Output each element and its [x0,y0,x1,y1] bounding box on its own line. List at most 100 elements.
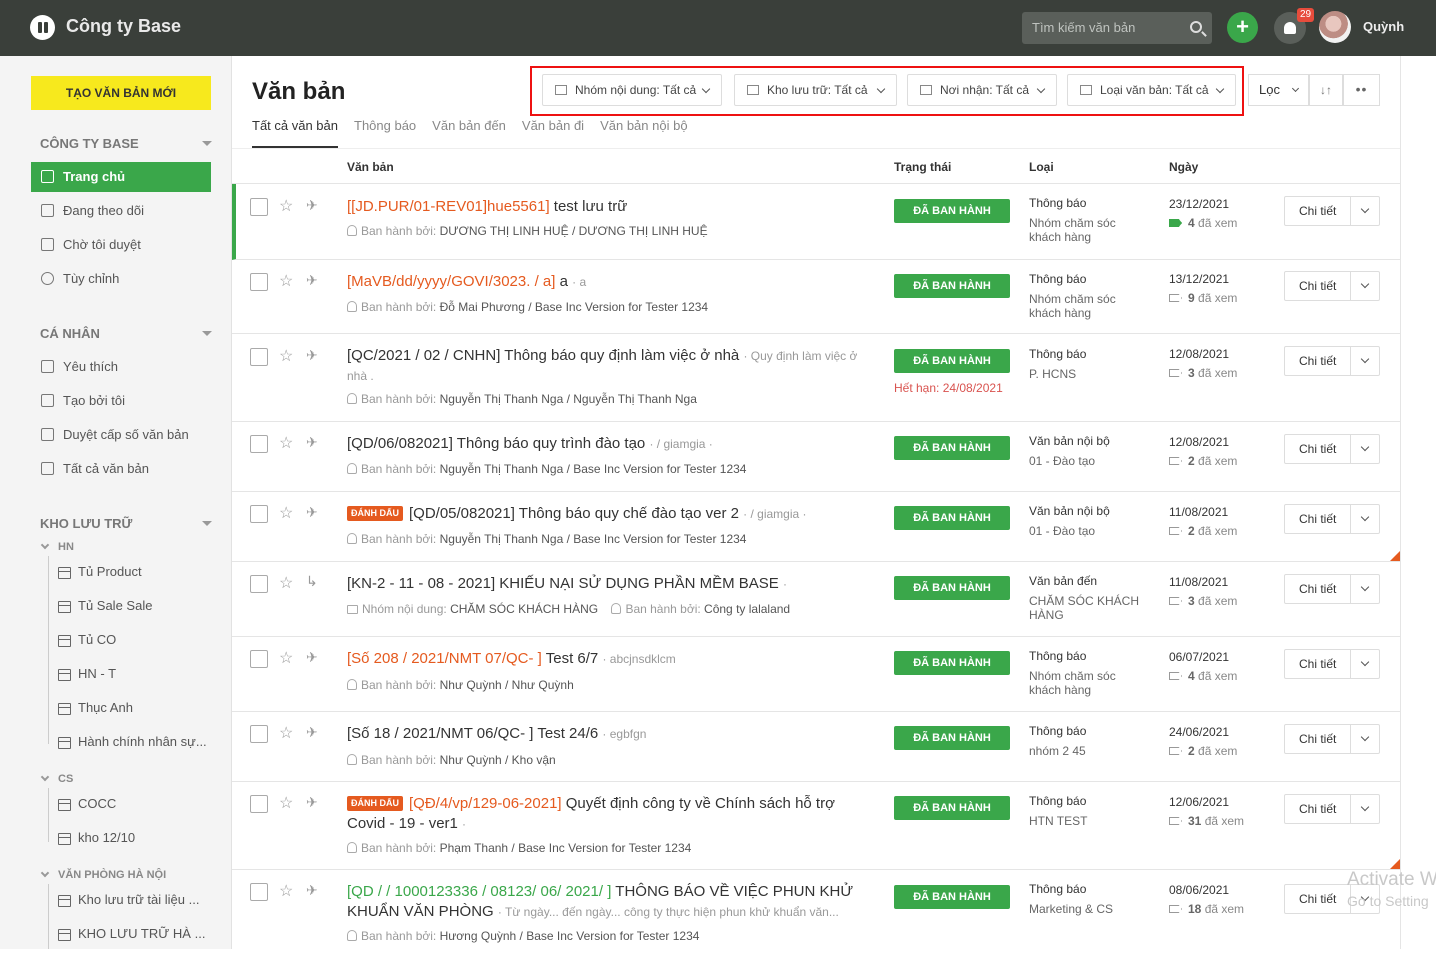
storage-item[interactable]: Kho lưu trữ tài liệu ... [58,892,208,914]
chevron-down-icon[interactable] [1350,575,1379,603]
storage-item[interactable]: Tủ Product [58,564,208,586]
tab-outgoing[interactable]: Văn bản đi [522,118,584,148]
chevron-down-icon[interactable] [1350,435,1379,463]
table-row[interactable]: ☆ ✈ ĐÁNH DẤU [QĐ/4/vp/129-06-2021] Quyết … [232,782,1400,870]
detail-button[interactable]: Chi tiết [1284,346,1380,376]
detail-button[interactable]: Chi tiết [1284,649,1380,679]
tab-announcements[interactable]: Thông báo [354,118,416,148]
pin-icon[interactable]: ✈ [306,794,318,811]
chevron-down-icon[interactable] [1350,795,1379,823]
chevron-down-icon[interactable] [40,772,50,782]
storage-group-cs[interactable]: CS [40,772,73,785]
pin-icon[interactable]: ✈ [306,724,318,741]
row-checkbox[interactable] [250,575,268,593]
document-title[interactable]: [KN-2 - 11 - 08 - 2021] KHIẾU NẠI SỬ DỤN… [347,574,862,594]
chevron-down-icon[interactable] [1350,272,1379,300]
section-company[interactable]: CÔNG TY BASE [40,136,212,151]
detail-button[interactable]: Chi tiết [1284,196,1380,226]
brand-name[interactable]: Công ty Base [66,16,181,37]
detail-button[interactable]: Chi tiết [1284,724,1380,754]
detail-button[interactable]: Chi tiết [1284,271,1380,301]
detail-button[interactable]: Chi tiết [1284,574,1380,604]
storage-group-hn[interactable]: HN [40,540,74,553]
star-icon[interactable]: ☆ [279,433,293,453]
filter-recipient[interactable]: Nơi nhận: Tất cả [907,74,1057,106]
pin-icon[interactable]: ✈ [306,504,318,521]
document-title[interactable]: [Số 208 / 2021/NMT 07/QC- ] Test 6/7 · a… [347,649,862,669]
table-row[interactable]: ☆ ✈ [MaVB/dd/yyyy/GOVI/3023. / a] a · a … [232,260,1400,334]
document-title[interactable]: [QD / / 1000123336 / 08123/ 06/ 2021/ ] … [347,882,862,922]
caret-down-icon[interactable] [202,521,212,526]
filter-button[interactable]: Lọc [1248,74,1309,106]
table-row[interactable]: ☆ ✈ [Số 18 / 2021/NMT 06/QC- ] Test 24/6… [232,712,1400,782]
tab-internal[interactable]: Văn bản nội bộ [600,118,687,148]
section-personal[interactable]: CÁ NHÂN [40,326,212,341]
row-checkbox[interactable] [250,505,268,523]
pin-icon[interactable]: ✈ [306,272,318,289]
sidebar-item-favorites[interactable]: Yêu thích [31,352,211,382]
star-icon[interactable]: ☆ [279,346,293,366]
storage-item[interactable]: Tủ CO [58,632,208,654]
pin-icon[interactable]: ✈ [306,347,318,364]
row-checkbox[interactable] [250,650,268,668]
star-icon[interactable]: ☆ [279,881,293,901]
table-row[interactable]: ☆ ↳ [KN-2 - 11 - 08 - 2021] KHIẾU NẠI SỬ… [232,562,1400,637]
filter-content-group[interactable]: Nhóm nội dung: Tất cả [542,74,722,106]
storage-item[interactable]: Thục Anh [58,700,208,722]
reply-arrow-icon[interactable]: ↳ [306,573,318,590]
document-title[interactable]: [Số 18 / 2021/NMT 06/QC- ] Test 24/6 · e… [347,724,862,744]
storage-item[interactable]: kho 12/10 [58,830,208,852]
tab-all-documents[interactable]: Tất cả văn bản [252,118,338,148]
star-icon[interactable]: ☆ [279,503,293,523]
add-button[interactable]: + [1227,12,1258,43]
search-input[interactable]: Tìm kiếm văn bản [1022,12,1212,44]
detail-button[interactable]: Chi tiết [1284,504,1380,534]
filter-doc-type[interactable]: Loại văn bản: Tất cả [1067,74,1236,106]
chevron-down-icon[interactable] [40,540,50,550]
sidebar-item-awaiting-approval[interactable]: Chờ tôi duyệt [31,230,211,260]
filter-storage[interactable]: Kho lưu trữ: Tất cả [734,74,897,106]
tab-incoming[interactable]: Văn bản đến [432,118,506,148]
chevron-down-icon[interactable] [40,868,50,878]
document-title[interactable]: ĐÁNH DẤU [QĐ/4/vp/129-06-2021] Quyết định… [347,794,862,834]
app-logo-icon[interactable] [30,15,55,40]
row-checkbox[interactable] [250,725,268,743]
chevron-down-icon[interactable] [1350,197,1379,225]
row-checkbox[interactable] [250,273,268,291]
star-icon[interactable]: ☆ [279,271,293,291]
section-storage[interactable]: KHO LƯU TRỮ [40,516,212,531]
document-title[interactable]: [QD/06/082021] Thông báo quy trình đào t… [347,434,862,454]
sidebar-item-created-by-me[interactable]: Tạo bởi tôi [31,386,211,416]
pin-icon[interactable]: ✈ [306,649,318,666]
pin-icon[interactable]: ✈ [306,882,318,899]
row-checkbox[interactable] [250,348,268,366]
user-name[interactable]: Quỳnh [1363,19,1404,34]
pin-icon[interactable]: ✈ [306,197,318,214]
table-row[interactable]: ☆ ✈ [[JD.PUR/01-REV01]hue5561] test lưu … [232,184,1400,260]
table-row[interactable]: ☆ ✈ [Số 208 / 2021/NMT 07/QC- ] Test 6/7… [232,637,1400,712]
row-checkbox[interactable] [250,883,268,901]
chevron-down-icon[interactable] [1350,650,1379,678]
document-title[interactable]: [MaVB/dd/yyyy/GOVI/3023. / a] a · a [347,272,862,292]
star-icon[interactable]: ☆ [279,196,293,216]
sidebar-item-following[interactable]: Đang theo dõi [31,196,211,226]
search-icon[interactable] [1190,21,1202,33]
table-row[interactable]: ☆ ✈ [QC/2021 / 02 / CNHN] Thông báo quy … [232,334,1400,422]
chevron-down-icon[interactable] [1350,347,1379,375]
sort-icon[interactable]: ↓↑ [1309,74,1343,106]
caret-down-icon[interactable] [202,331,212,336]
storage-group-hanoi-office[interactable]: VĂN PHÒNG HÀ NỘI [40,868,166,881]
sidebar-item-customize[interactable]: Tùy chỉnh [31,264,211,294]
more-options-icon[interactable]: •• [1343,74,1380,106]
chevron-down-icon[interactable] [1350,725,1379,753]
scrollbar-track[interactable] [1400,56,1401,949]
new-document-button[interactable]: TẠO VĂN BẢN MỚI [31,76,211,110]
storage-item[interactable]: KHO LƯU TRỮ HÀ ... [58,926,208,948]
storage-item[interactable]: COCC [58,796,208,818]
sidebar-item-all-documents[interactable]: Tất cả văn bản [31,454,211,484]
sidebar-item-home[interactable]: Trang chủ [31,162,211,192]
storage-item[interactable]: Hành chính nhân sự... [58,734,208,756]
star-icon[interactable]: ☆ [279,573,293,593]
row-checkbox[interactable] [250,435,268,453]
star-icon[interactable]: ☆ [279,648,293,668]
